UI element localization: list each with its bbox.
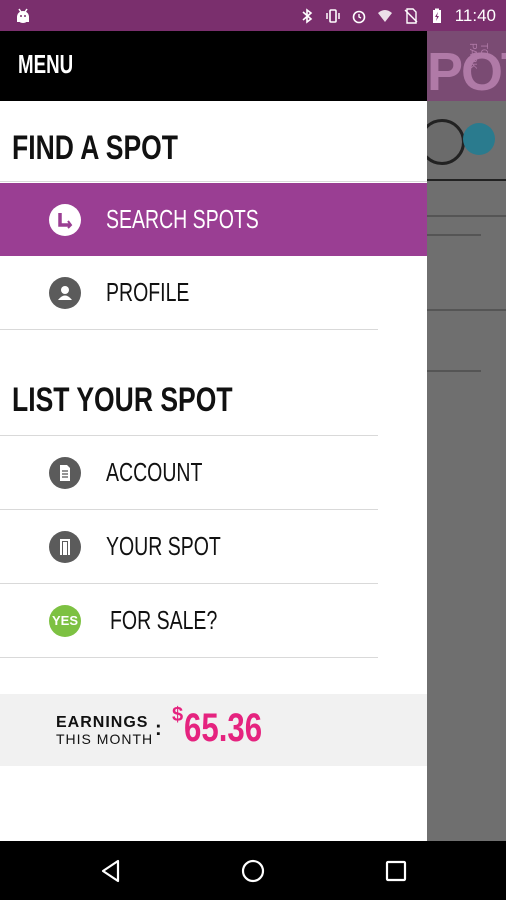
alarm-icon [352,10,366,23]
bluetooth-icon [302,7,312,24]
background-circle-button [427,119,465,165]
door-icon [49,530,81,563]
drawer-item-account[interactable]: ACCOUNT [0,436,378,509]
recents-icon[interactable] [383,858,409,884]
drawer-item-for-sale[interactable]: YES FOR SALE? [0,584,378,657]
navigation-bar [0,841,506,900]
background-app-scrim[interactable]: POT TO PARK [427,31,506,841]
document-icon [49,456,81,489]
background-app-subtitle: TO PARK [467,43,489,70]
earnings-currency: $ [172,704,184,726]
background-locate-icon [463,123,495,155]
drawer-item-your-spot[interactable]: YOUR SPOT [0,510,378,583]
divider [0,657,378,658]
vibrate-icon [325,8,340,23]
background-divider [427,215,506,217]
yes-badge-icon[interactable]: YES [49,604,81,637]
earnings-period-label: THIS MONTH [56,731,154,747]
drawer-item-search-spots[interactable]: SEARCH SPOTS [0,183,427,256]
android-icon [17,8,29,23]
wifi-icon [377,9,392,22]
background-divider [427,309,506,311]
menu-header: MENU [0,31,427,101]
earnings-panel: EARNINGS THIS MONTH : $ 65.36 [0,694,427,766]
navigation-drawer: MENU FIND A SPOT SEARCH SPOTS PROFILE LI… [0,31,427,841]
no-sim-icon [404,7,418,24]
profile-icon [49,276,81,309]
earnings-amount: 65.36 [184,706,263,750]
earnings-colon: : [155,718,162,740]
background-header: POT TO PARK [427,31,506,102]
divider [0,329,378,330]
background-divider [427,179,506,181]
drawer-item-label: SEARCH SPOTS [106,204,259,234]
list-your-spot-heading: LIST YOUR SPOT [12,381,233,419]
battery-charging-icon [432,8,441,23]
drawer-item-label: FOR SALE? [110,605,218,635]
status-time: 11:40 [454,5,496,25]
drawer-item-label: YOUR SPOT [106,531,221,561]
status-bar: 11:40 [0,0,506,31]
drawer-item-label: PROFILE [106,277,190,307]
find-a-spot-heading: FIND A SPOT [12,129,179,167]
drawer-item-label: ACCOUNT [106,457,203,487]
background-divider [427,370,481,372]
divider [0,181,427,182]
earnings-label: EARNINGS [56,714,149,731]
back-icon[interactable] [98,858,124,884]
background-divider [427,234,481,236]
search-spots-icon [49,203,81,236]
home-icon[interactable] [240,858,266,884]
drawer-item-profile[interactable]: PROFILE [0,256,427,329]
menu-title: MENU [18,49,74,79]
